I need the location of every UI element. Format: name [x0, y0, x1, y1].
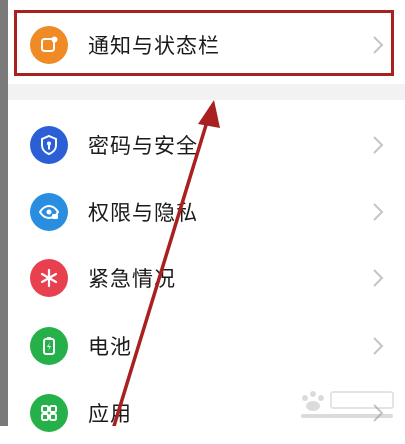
left-edge-shadow	[0, 0, 8, 426]
settings-item-password-security[interactable]: 密码与安全	[8, 114, 405, 176]
settings-item-battery[interactable]: 电池	[8, 315, 405, 377]
settings-item-apps[interactable]: 应用	[8, 382, 405, 444]
shield-key-icon	[30, 126, 68, 164]
settings-item-notifications[interactable]: 通知与状态栏	[8, 14, 405, 76]
section-divider	[8, 84, 405, 100]
chevron-right-icon	[373, 136, 384, 154]
eye-lock-icon	[30, 193, 68, 231]
battery-icon	[30, 327, 68, 365]
settings-item-label: 紧急情况	[88, 267, 176, 291]
apps-grid-icon	[30, 394, 68, 432]
chevron-right-icon	[373, 404, 384, 422]
chevron-right-icon	[373, 337, 384, 355]
chevron-right-icon	[373, 36, 384, 54]
settings-item-label: 权限与隐私	[88, 201, 198, 225]
settings-item-label: 通知与状态栏	[88, 34, 220, 58]
notification-icon	[30, 26, 68, 64]
chevron-right-icon	[373, 269, 384, 287]
settings-item-label: 应用	[88, 402, 132, 426]
chevron-right-icon	[373, 203, 384, 221]
settings-item-emergency[interactable]: 紧急情况	[8, 247, 405, 309]
settings-item-label: 电池	[88, 335, 132, 359]
settings-item-permissions-privacy[interactable]: 权限与隐私	[8, 181, 405, 243]
emergency-icon	[30, 259, 68, 297]
settings-item-label: 密码与安全	[88, 134, 198, 158]
